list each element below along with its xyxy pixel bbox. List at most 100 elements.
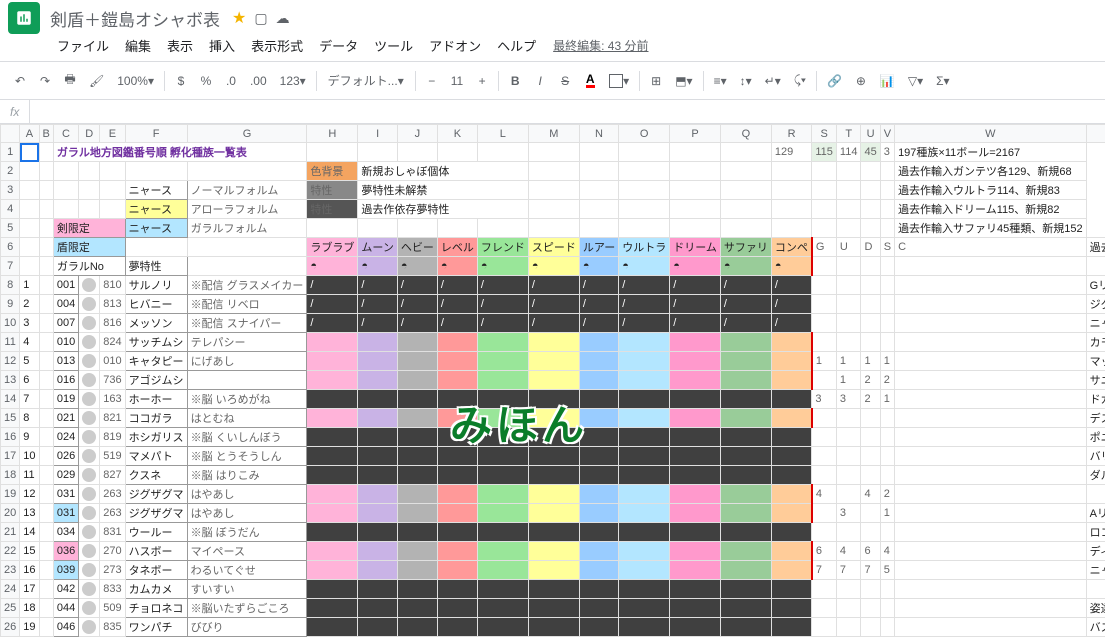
row-header[interactable]: 9 [1, 295, 20, 314]
col-header[interactable]: C [53, 125, 78, 143]
fontsize-value[interactable]: 11 [445, 68, 469, 94]
col-header[interactable]: L [477, 125, 528, 143]
col-header[interactable]: D [79, 125, 100, 143]
halign-button[interactable]: ≡▾ [708, 68, 733, 94]
col-header[interactable]: P [670, 125, 721, 143]
fontsize-inc-button[interactable]: + [470, 68, 494, 94]
zoom-select[interactable]: 100% ▾ [111, 68, 160, 94]
move-icon[interactable]: ▢ [254, 10, 267, 27]
doc-title[interactable]: 剣盾＋鎧島オシャボ表 [50, 6, 220, 31]
row-header[interactable]: 16 [1, 428, 20, 447]
col-header[interactable]: N [579, 125, 618, 143]
row-header[interactable]: 17 [1, 447, 20, 466]
decimal-dec-button[interactable]: .0 [219, 68, 243, 94]
row-header[interactable]: 19 [1, 485, 20, 504]
decimal-inc-button[interactable]: .00 [244, 68, 273, 94]
menu-help[interactable]: ヘルプ [490, 33, 543, 58]
italic-button[interactable]: I [528, 68, 552, 94]
row-header[interactable]: 6 [1, 238, 20, 257]
col-header[interactable]: V [880, 125, 894, 143]
borders-button[interactable]: ⊞ [644, 68, 668, 94]
formula-input[interactable] [30, 100, 1105, 123]
functions-button[interactable]: Σ▾ [930, 68, 955, 94]
row-header[interactable]: 5 [1, 219, 20, 238]
col-header[interactable]: O [619, 125, 670, 143]
fx-label: fx [0, 100, 30, 123]
rotate-button[interactable]: ⤹▾ [788, 68, 812, 94]
percent-button[interactable]: % [194, 68, 218, 94]
row-header[interactable]: 7 [1, 257, 20, 276]
menu-file[interactable]: ファイル [50, 33, 116, 58]
menu-format[interactable]: 表示形式 [244, 33, 310, 58]
more-formats-button[interactable]: 123▾ [274, 68, 312, 94]
row-header[interactable]: 1 [1, 143, 20, 162]
menu-edit[interactable]: 編集 [118, 33, 158, 58]
wrap-button[interactable]: ↵▾ [759, 68, 787, 94]
col-header[interactable]: F [125, 125, 187, 143]
col-header[interactable]: I [358, 125, 397, 143]
link-button[interactable]: 🔗 [821, 68, 848, 94]
row-header[interactable]: 4 [1, 200, 20, 219]
print-button[interactable]: 🖶 [58, 68, 82, 94]
col-header[interactable]: S [812, 125, 837, 143]
star-icon[interactable]: ★ [232, 8, 246, 28]
row-header[interactable]: 22 [1, 542, 20, 561]
select-all-cell[interactable] [1, 125, 20, 143]
col-header[interactable]: A [20, 125, 39, 143]
chart-button[interactable]: 📊 [874, 68, 901, 94]
sheet-title[interactable]: ガラル地方図鑑番号順 孵化種族一覧表 [53, 143, 307, 162]
menu-tools[interactable]: ツール [367, 33, 420, 58]
col-header[interactable]: M [528, 125, 579, 143]
undo-button[interactable]: ↶ [8, 68, 32, 94]
menu-data[interactable]: データ [312, 33, 365, 58]
row-header[interactable]: 10 [1, 314, 20, 333]
strike-button[interactable]: S [553, 68, 577, 94]
col-header[interactable]: T [836, 125, 861, 143]
spreadsheet-grid[interactable]: A B C D E F G H I J K L M N O P Q R S T … [0, 124, 1105, 637]
row-header[interactable]: 20 [1, 504, 20, 523]
row-header[interactable]: 15 [1, 409, 20, 428]
cell-a1[interactable] [20, 143, 39, 162]
menu-addons[interactable]: アドオン [422, 33, 488, 58]
row-header[interactable]: 3 [1, 181, 20, 200]
row-header[interactable]: 23 [1, 561, 20, 580]
col-header[interactable]: B [39, 125, 53, 143]
currency-button[interactable]: $ [169, 68, 193, 94]
cloud-icon[interactable]: ☁ [276, 10, 290, 27]
col-header[interactable]: G [187, 125, 307, 143]
row-header[interactable]: 24 [1, 580, 20, 599]
row-header[interactable]: 25 [1, 599, 20, 618]
fontsize-dec-button[interactable]: − [420, 68, 444, 94]
redo-button[interactable]: ↷ [33, 68, 57, 94]
menu-insert[interactable]: 挿入 [202, 33, 242, 58]
comment-button[interactable]: ⊕ [849, 68, 873, 94]
row-header[interactable]: 2 [1, 162, 20, 181]
col-header[interactable]: U [861, 125, 880, 143]
col-header[interactable]: R [771, 125, 812, 143]
text-color-button[interactable]: A [578, 68, 602, 94]
last-edit[interactable]: 最終編集: 43 分前 [553, 37, 648, 54]
paint-format-button[interactable]: 🖌 [83, 68, 110, 94]
row-header[interactable]: 13 [1, 371, 20, 390]
col-header[interactable]: W [895, 125, 1087, 143]
row-header[interactable]: 18 [1, 466, 20, 485]
col-header[interactable]: H [307, 125, 358, 143]
font-select[interactable]: デフォルト... ▾ [321, 68, 411, 94]
filter-button[interactable]: ▽▾ [902, 68, 929, 94]
row-header[interactable]: 21 [1, 523, 20, 542]
col-header[interactable]: K [437, 125, 477, 143]
col-header[interactable]: J [397, 125, 437, 143]
col-header[interactable]: Q [720, 125, 771, 143]
row-header[interactable]: 14 [1, 390, 20, 409]
row-header[interactable]: 26 [1, 618, 20, 637]
bold-button[interactable]: B [503, 68, 527, 94]
col-header[interactable]: X [1086, 125, 1105, 143]
merge-button[interactable]: ⬒▾ [669, 68, 698, 94]
row-header[interactable]: 12 [1, 352, 20, 371]
fill-color-button[interactable]: ▾ [603, 68, 635, 94]
row-header[interactable]: 11 [1, 333, 20, 352]
row-header[interactable]: 8 [1, 276, 20, 295]
menu-view[interactable]: 表示 [160, 33, 200, 58]
valign-button[interactable]: ↕▾ [734, 68, 758, 94]
col-header[interactable]: E [100, 125, 125, 143]
